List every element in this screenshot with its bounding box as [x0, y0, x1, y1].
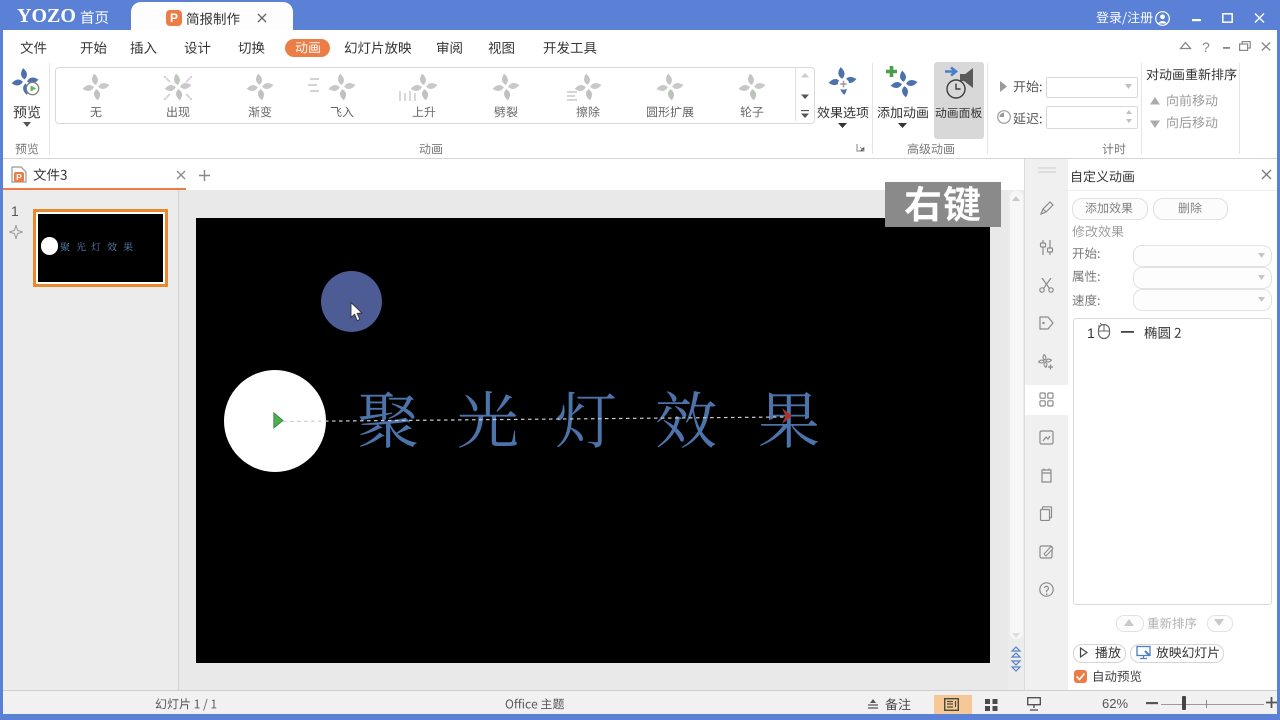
svg-text:P: P — [16, 172, 22, 182]
